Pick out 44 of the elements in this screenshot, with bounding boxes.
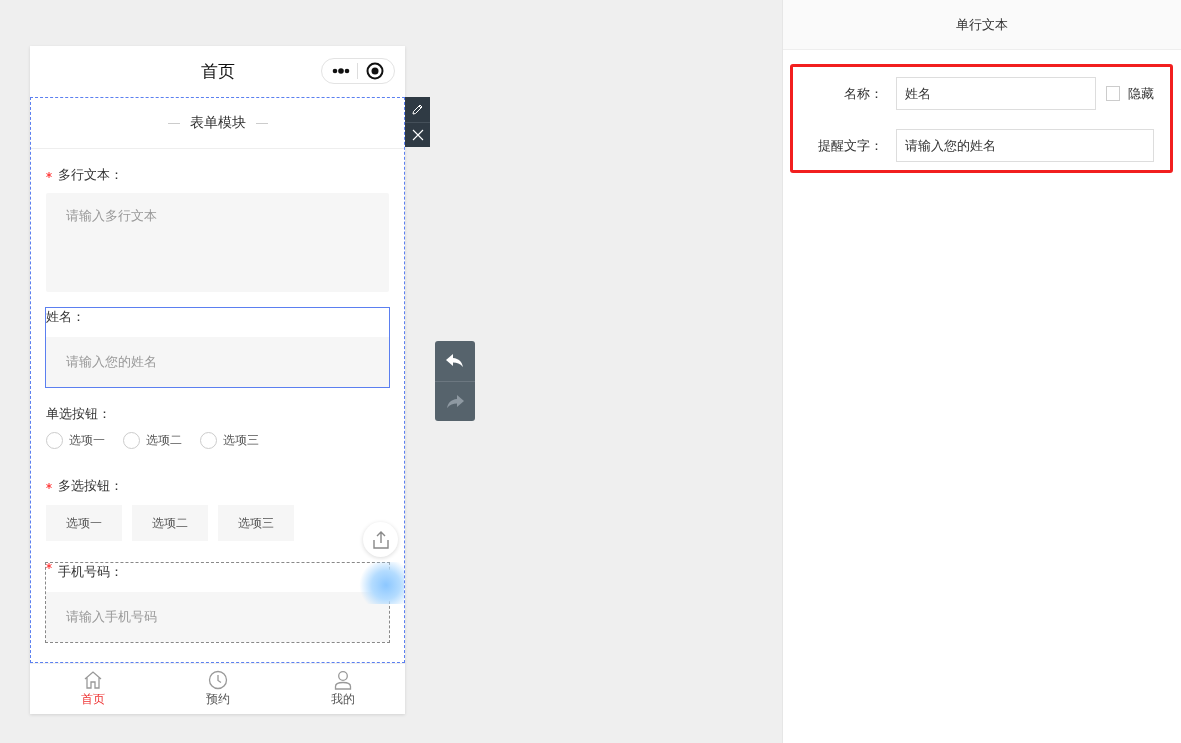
undo-icon xyxy=(446,354,464,368)
name-input[interactable]: 姓名 xyxy=(896,77,1096,110)
field-label: 单选按钮： xyxy=(46,405,111,423)
tab-item[interactable]: 首页 xyxy=(30,664,155,714)
form-field[interactable]: 多行文本： 请输入多行文本 xyxy=(45,163,390,293)
checkbox[interactable] xyxy=(1106,86,1120,101)
user-icon xyxy=(332,670,353,690)
close-icon xyxy=(411,129,424,141)
form-field[interactable]: 姓名： 请输入您的姓名 xyxy=(45,307,390,388)
required-icon xyxy=(46,172,52,178)
option-button[interactable]: 选项一 xyxy=(46,505,122,541)
radio-label: 选项一 xyxy=(69,432,105,449)
form-field[interactable]: 单选按钮： 选项一 选项二 选项三 xyxy=(45,402,390,450)
clock-icon xyxy=(207,670,228,690)
form-field[interactable]: 手机号码： 请输入手机号码 xyxy=(45,562,390,643)
option-button[interactable]: 选项二 xyxy=(132,505,208,541)
hint-input[interactable]: 请输入您的姓名 xyxy=(896,129,1154,162)
section-title: 表单模块 xyxy=(189,114,246,132)
share-button[interactable] xyxy=(363,522,398,557)
option-button[interactable]: 选项三 xyxy=(218,505,294,541)
radio-label: 选项二 xyxy=(146,432,182,449)
field-label: 多选按钮： xyxy=(58,477,123,495)
field-label: 名称： xyxy=(843,84,883,103)
field-label: 姓名： xyxy=(46,308,85,326)
radio-label: 选项三 xyxy=(223,432,259,449)
share-icon xyxy=(370,529,391,550)
field-label: 提醒文字： xyxy=(817,136,883,155)
tab-item[interactable]: 预约 xyxy=(155,664,280,714)
form-field[interactable]: 多选按钮： 选项一 选项二 选项三 xyxy=(45,474,390,542)
blurred-blob xyxy=(359,562,404,604)
pencil-icon xyxy=(411,103,424,116)
home-icon xyxy=(82,670,103,690)
field-label: 多行文本： xyxy=(58,166,123,184)
panel-title: 单行文本 xyxy=(956,15,1008,34)
more-icon[interactable] xyxy=(331,68,350,74)
field-label: 手机号码： xyxy=(58,563,123,581)
required-icon xyxy=(46,563,52,569)
target-icon[interactable] xyxy=(366,62,385,80)
checkbox-label: 隐藏 xyxy=(1128,84,1154,103)
page-title: 首页 xyxy=(200,60,235,83)
module-selection[interactable]: 表单模块 多行文本： 请输入多行文本 姓名： 请输入您的姓名 单选按钮： 选项一 选项二 选项三 多选按钮： 选项一 选项二 选项三 手机号码： 请输入手机号码 xyxy=(30,97,405,663)
redo-icon xyxy=(446,394,464,409)
tab-item[interactable]: 我的 xyxy=(280,664,405,714)
required-icon xyxy=(46,483,52,489)
